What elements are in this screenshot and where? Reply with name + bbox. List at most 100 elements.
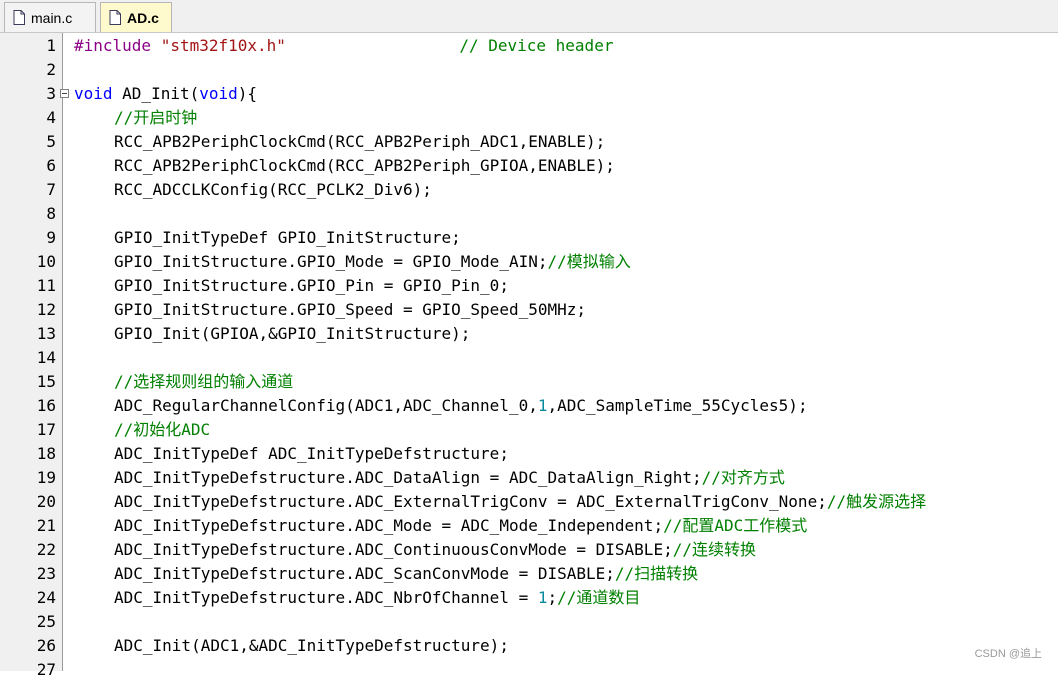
line-number: 11 xyxy=(36,276,56,295)
tab-main-c[interactable]: main.c xyxy=(4,2,96,32)
line-number: 20 xyxy=(36,492,56,511)
line-number: 24 xyxy=(36,588,56,607)
file-icon xyxy=(109,10,121,25)
fold-toggle-icon[interactable] xyxy=(60,89,69,98)
code-text: ADC_InitTypeDefstructure.ADC_Mode = ADC_… xyxy=(114,514,807,538)
line-number: 4 xyxy=(46,108,56,127)
line-number: 19 xyxy=(36,468,56,487)
code-line[interactable]: 17 //初始化ADC xyxy=(0,418,1058,442)
code-editor[interactable]: 1 #include "stm32f10x.h" // Device header… xyxy=(0,33,1058,679)
code-line[interactable]: 25 xyxy=(0,610,1058,634)
code-token: //模拟输入 xyxy=(547,252,631,271)
line-number: 1 xyxy=(46,36,56,55)
code-text: ADC_InitTypeDefstructure.ADC_ContinuousC… xyxy=(114,538,756,562)
line-number: 25 xyxy=(36,612,56,631)
code-line[interactable]: 8 xyxy=(0,202,1058,226)
line-number: 23 xyxy=(36,564,56,583)
tab-label: AD.c xyxy=(127,9,159,26)
code-token: RCC_ADCCLKConfig(RCC_PCLK2_Div6); xyxy=(114,180,432,199)
code-line[interactable]: 14 xyxy=(0,346,1058,370)
code-line[interactable]: 26 ADC_Init(ADC1,&ADC_InitTypeDefstructur… xyxy=(0,634,1058,658)
line-number: 8 xyxy=(46,204,56,223)
code-line[interactable]: 11 GPIO_InitStructure.GPIO_Pin = GPIO_Pin… xyxy=(0,274,1058,298)
code-line[interactable]: 20 ADC_InitTypeDefstructure.ADC_ExternalT… xyxy=(0,490,1058,514)
code-token: //配置ADC工作模式 xyxy=(663,516,808,535)
code-token: //连续转换 xyxy=(672,540,756,559)
line-number: 10 xyxy=(36,252,56,271)
code-text: RCC_APB2PeriphClockCmd(RCC_APB2Periph_GP… xyxy=(114,154,615,178)
line-number: 6 xyxy=(46,156,56,175)
code-token: GPIO_InitTypeDef GPIO_InitStructure; xyxy=(114,228,461,247)
code-line[interactable]: 7 RCC_ADCCLKConfig(RCC_PCLK2_Div6); xyxy=(0,178,1058,202)
code-line[interactable]: 3 void AD_Init(void){ xyxy=(0,82,1058,106)
code-token: void xyxy=(74,84,113,103)
code-line[interactable]: 1 #include "stm32f10x.h" // Device header xyxy=(0,34,1058,58)
line-number: 7 xyxy=(46,180,56,199)
code-text: #include "stm32f10x.h" // Device header xyxy=(74,34,613,58)
code-token: void xyxy=(199,84,238,103)
code-text: GPIO_InitStructure.GPIO_Pin = GPIO_Pin_0… xyxy=(114,274,509,298)
code-token: //通道数目 xyxy=(557,588,641,607)
tab-ad-c[interactable]: AD.c xyxy=(100,2,172,32)
code-line[interactable]: 5 RCC_APB2PeriphClockCmd(RCC_APB2Periph_A… xyxy=(0,130,1058,154)
code-token: "stm32f10x.h" xyxy=(160,36,286,55)
code-token: ADC_InitTypeDefstructure.ADC_NbrOfChanne… xyxy=(114,588,538,607)
line-number: 15 xyxy=(36,372,56,391)
code-text: GPIO_InitStructure.GPIO_Mode = GPIO_Mode… xyxy=(114,250,631,274)
code-text: //初始化ADC xyxy=(114,418,210,442)
code-line[interactable]: 10 GPIO_InitStructure.GPIO_Mode = GPIO_Mo… xyxy=(0,250,1058,274)
code-token: GPIO_InitStructure.GPIO_Pin = GPIO_Pin_0… xyxy=(114,276,509,295)
code-line[interactable]: 15 //选择规则组的输入通道 xyxy=(0,370,1058,394)
code-text: ADC_Init(ADC1,&ADC_InitTypeDefstructure)… xyxy=(114,634,509,658)
tab-bar: main.c AD.c xyxy=(0,0,1058,33)
code-line[interactable]: 27 xyxy=(0,658,1058,682)
code-token: ADC_InitTypeDefstructure.ADC_ScanConvMod… xyxy=(114,564,615,583)
code-line[interactable]: 6 RCC_APB2PeriphClockCmd(RCC_APB2Periph_G… xyxy=(0,154,1058,178)
line-number: 14 xyxy=(36,348,56,367)
code-text: GPIO_Init(GPIOA,&GPIO_InitStructure); xyxy=(114,322,470,346)
code-line[interactable]: 2 xyxy=(0,58,1058,82)
code-text: //选择规则组的输入通道 xyxy=(114,370,293,394)
code-line[interactable]: 4 //开启时钟 xyxy=(0,106,1058,130)
code-token: ADC_InitTypeDefstructure.ADC_ContinuousC… xyxy=(114,540,673,559)
line-number: 2 xyxy=(46,60,56,79)
line-number: 17 xyxy=(36,420,56,439)
code-text: ADC_InitTypeDef ADC_InitTypeDefstructure… xyxy=(114,442,509,466)
code-token: ,ADC_SampleTime_55Cycles5); xyxy=(547,396,808,415)
code-text: ADC_InitTypeDefstructure.ADC_NbrOfChanne… xyxy=(114,586,640,610)
code-token: AD_Init( xyxy=(112,84,200,103)
code-line[interactable]: 18 ADC_InitTypeDef ADC_InitTypeDefstructu… xyxy=(0,442,1058,466)
code-text: GPIO_InitStructure.GPIO_Speed = GPIO_Spe… xyxy=(114,298,586,322)
file-icon xyxy=(13,10,25,25)
code-token: ADC_InitTypeDefstructure.ADC_DataAlign =… xyxy=(114,468,702,487)
code-token: #include xyxy=(74,36,161,55)
code-line[interactable]: 13 GPIO_Init(GPIOA,&GPIO_InitStructure); xyxy=(0,322,1058,346)
code-line[interactable]: 24 ADC_InitTypeDefstructure.ADC_NbrOfChan… xyxy=(0,586,1058,610)
code-token: RCC_APB2PeriphClockCmd(RCC_APB2Periph_AD… xyxy=(114,132,606,151)
line-number: 9 xyxy=(46,228,56,247)
code-line[interactable]: 12 GPIO_InitStructure.GPIO_Speed = GPIO_S… xyxy=(0,298,1058,322)
code-line[interactable]: 19 ADC_InitTypeDefstructure.ADC_DataAlign… xyxy=(0,466,1058,490)
line-number: 16 xyxy=(36,396,56,415)
code-token: //选择规则组的输入通道 xyxy=(114,372,294,391)
code-token: //对齐方式 xyxy=(701,468,785,487)
code-line[interactable]: 21 ADC_InitTypeDefstructure.ADC_Mode = AD… xyxy=(0,514,1058,538)
code-text: ADC_InitTypeDefstructure.ADC_ExternalTri… xyxy=(114,490,926,514)
line-number: 21 xyxy=(36,516,56,535)
code-line[interactable]: 22 ADC_InitTypeDefstructure.ADC_Continuou… xyxy=(0,538,1058,562)
code-token: ; xyxy=(547,588,558,607)
code-line[interactable]: 23 ADC_InitTypeDefstructure.ADC_ScanConvM… xyxy=(0,562,1058,586)
code-token: ){ xyxy=(237,84,258,103)
code-token: // Device header xyxy=(459,36,614,55)
code-token: ADC_Init(ADC1,&ADC_InitTypeDefstructure)… xyxy=(114,636,509,655)
code-line[interactable]: 9 GPIO_InitTypeDef GPIO_InitStructure; xyxy=(0,226,1058,250)
line-number: 5 xyxy=(46,132,56,151)
tab-label: main.c xyxy=(31,9,73,26)
code-token: //触发源选择 xyxy=(826,492,927,511)
line-number: 27 xyxy=(36,660,56,679)
code-line[interactable]: 16 ADC_RegularChannelConfig(ADC1,ADC_Chan… xyxy=(0,394,1058,418)
code-token: //初始化ADC xyxy=(114,420,211,439)
code-text: ADC_InitTypeDefstructure.ADC_ScanConvMod… xyxy=(114,562,698,586)
line-number: 22 xyxy=(36,540,56,559)
code-text: GPIO_InitTypeDef GPIO_InitStructure; xyxy=(114,226,461,250)
